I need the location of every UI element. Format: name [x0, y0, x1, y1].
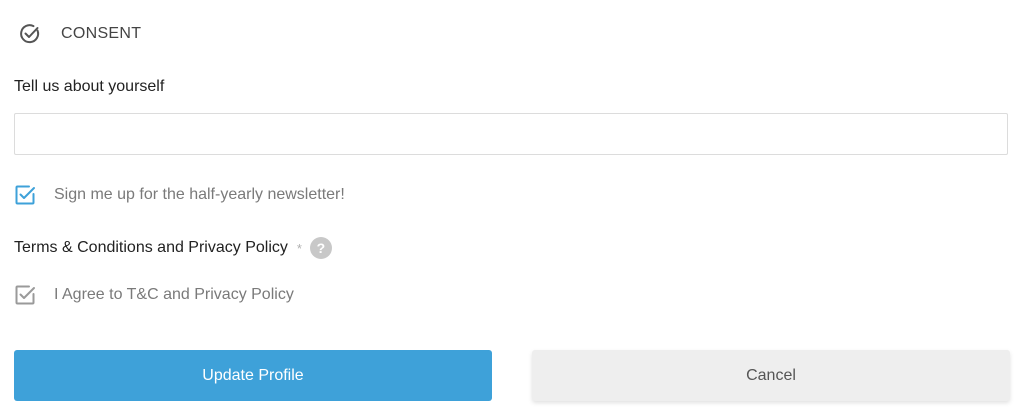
agree-checkbox-row[interactable]: I Agree to T&C and Privacy Policy: [14, 282, 294, 308]
cancel-button[interactable]: Cancel: [532, 350, 1010, 401]
checkbox-checked-icon: [15, 185, 35, 205]
terms-label: Terms & Conditions and Privacy Policy: [14, 239, 288, 256]
newsletter-label[interactable]: Sign me up for the half-yearly newslette…: [54, 186, 345, 204]
newsletter-checkbox-row[interactable]: Sign me up for the half-yearly newslette…: [14, 182, 345, 208]
agree-label[interactable]: I Agree to T&C and Privacy Policy: [54, 286, 294, 304]
help-circle-icon[interactable]: ?: [309, 237, 332, 259]
about-input[interactable]: [14, 113, 1008, 155]
about-label: Tell us about yourself: [14, 78, 165, 95]
newsletter-checkbox[interactable]: [14, 184, 36, 206]
required-marker: *: [296, 240, 302, 256]
agree-checkbox[interactable]: [14, 284, 36, 306]
consent-title: CONSENT: [61, 25, 142, 42]
consent-header: CONSENT: [18, 21, 141, 47]
checkbox-checked-icon: [15, 285, 35, 305]
terms-heading: Terms & Conditions and Privacy Policy * …: [14, 236, 332, 260]
update-profile-button[interactable]: Update Profile: [14, 350, 492, 401]
check-circle-icon: [18, 22, 42, 46]
